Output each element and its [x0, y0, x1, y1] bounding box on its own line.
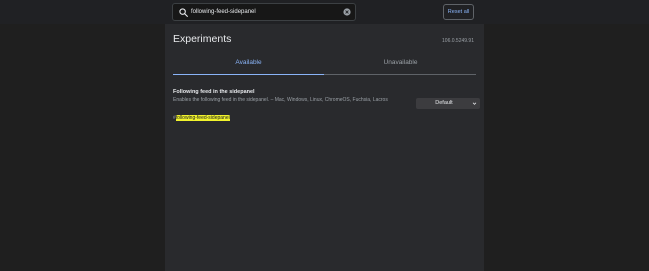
search-icon	[179, 8, 188, 17]
version-label: 106.0.5249.91	[442, 38, 474, 44]
page-title: Experiments	[173, 33, 232, 45]
flag-anchor[interactable]: #following-feed-sidepanel	[173, 115, 230, 122]
tab-available[interactable]: Available	[173, 56, 324, 75]
flag-anchor-highlight: following-feed-sidepanel	[175, 115, 230, 121]
chevron-down-icon	[472, 102, 477, 105]
flags-page: following-feed-sidepanel Reset all Exper…	[0, 0, 649, 271]
flag-description: Enables the following feed in the sidepa…	[173, 97, 388, 103]
reset-all-button[interactable]: Reset all	[443, 4, 474, 20]
flag-title: Following feed in the sidepanel	[173, 89, 255, 95]
search-input[interactable]: following-feed-sidepanel	[172, 3, 356, 21]
tab-bar: Available Unavailable	[173, 56, 476, 75]
select-value: Default	[435, 100, 453, 106]
header: following-feed-sidepanel Reset all	[0, 0, 649, 24]
main-panel: Experiments 106.0.5249.91 Available Unav…	[165, 24, 484, 271]
search-text: following-feed-sidepanel	[191, 9, 256, 15]
clear-icon[interactable]	[343, 8, 351, 16]
flag-entry: Following feed in the sidepanel Enables …	[173, 88, 480, 128]
flag-state-select[interactable]: Default	[416, 98, 480, 109]
tab-unavailable[interactable]: Unavailable	[325, 56, 476, 74]
